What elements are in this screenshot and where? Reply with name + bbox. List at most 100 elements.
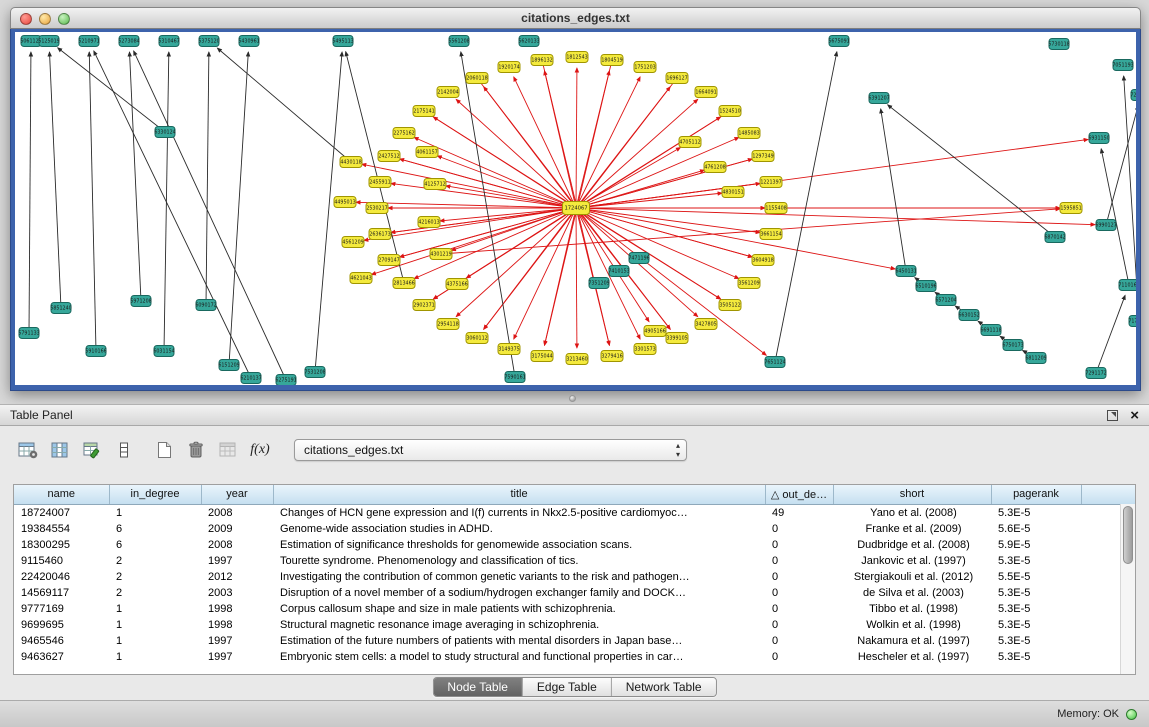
network-node[interactable]: 7351209 — [588, 278, 609, 289]
network-node[interactable]: 3060112 — [466, 333, 488, 344]
network-node[interactable]: 4621043 — [350, 273, 372, 284]
trash-icon[interactable] — [182, 438, 210, 462]
network-node[interactable]: 4830151 — [722, 187, 744, 198]
network-node[interactable]: 5851240 — [50, 303, 71, 314]
network-node[interactable]: 5561208 — [448, 36, 469, 47]
network-node[interactable]: 7471196 — [628, 253, 649, 264]
network-node[interactable]: 6330124 — [154, 127, 175, 138]
import-table-icon[interactable] — [214, 438, 242, 462]
column-header[interactable]: in_degree — [109, 485, 201, 504]
network-node[interactable]: 7651124 — [764, 357, 785, 368]
close-window-icon[interactable] — [20, 13, 32, 25]
network-node[interactable]: 3505122 — [719, 300, 741, 311]
network-node[interactable]: 7291172 — [1085, 368, 1106, 379]
network-node[interactable]: 3604918 — [752, 255, 774, 266]
network-node[interactable]: 5620133 — [518, 36, 539, 47]
network-edge[interactable] — [576, 99, 698, 208]
network-node[interactable]: 4761208 — [704, 162, 726, 173]
network-node[interactable]: 6391207 — [868, 93, 889, 104]
network-node[interactable]: 3301573 — [634, 344, 656, 355]
tab-node-table[interactable]: Node Table — [433, 678, 523, 696]
column-header[interactable]: name — [14, 485, 109, 504]
network-node[interactable]: 2275162 — [393, 128, 415, 139]
network-edge[interactable] — [441, 209, 1060, 254]
table-scrollbar-thumb[interactable] — [1123, 506, 1133, 564]
network-node[interactable]: 6450131 — [895, 266, 916, 277]
network-edge[interactable] — [206, 52, 209, 305]
network-node[interactable]: 6571204 — [935, 295, 956, 306]
network-node[interactable]: 6691118 — [980, 325, 1001, 336]
column-header[interactable]: pagerank — [991, 485, 1081, 504]
network-node[interactable]: 2530217 — [366, 203, 388, 214]
tab-network-table[interactable]: Network Table — [612, 678, 716, 696]
network-edge[interactable] — [1101, 149, 1129, 285]
network-node[interactable]: 1221397 — [760, 177, 782, 188]
table-row[interactable]: 1872400712008Changes of HCN gene express… — [14, 504, 1135, 521]
network-node[interactable]: 5273084 — [118, 36, 139, 47]
network-node[interactable]: 3175044 — [531, 351, 553, 362]
network-node[interactable]: 5375120 — [198, 36, 219, 47]
network-node[interactable]: 4061157 — [416, 147, 438, 158]
network-edge[interactable] — [364, 208, 576, 240]
network-node[interactable]: 7531208 — [304, 367, 325, 378]
network-node[interactable]: 6750173 — [1002, 340, 1023, 351]
table-row[interactable]: 977716911998Corpus callosum shape and si… — [14, 601, 1135, 617]
network-node[interactable]: 6931150 — [1088, 133, 1109, 144]
table-edit-icon[interactable] — [78, 438, 106, 462]
network-node[interactable]: 4301219 — [430, 249, 452, 260]
network-node[interactable]: 1804519 — [601, 55, 623, 66]
network-node[interactable]: 2060118 — [466, 73, 488, 84]
table-scrollbar[interactable] — [1120, 504, 1135, 674]
table-rows-icon[interactable] — [110, 438, 138, 462]
table-row[interactable]: 946362711997Embryonic stem cells: a mode… — [14, 649, 1135, 665]
network-node[interactable]: 4125712 — [424, 179, 446, 190]
network-node[interactable]: 6510196 — [915, 281, 936, 292]
network-node[interactable]: 4561209 — [342, 237, 364, 248]
network-edge[interactable] — [888, 105, 1055, 237]
network-edge[interactable] — [1096, 295, 1125, 373]
network-node[interactable]: 1524510 — [719, 106, 741, 117]
tab-edge-table[interactable]: Edge Table — [523, 678, 612, 696]
network-node[interactable]: 6811209 — [1025, 353, 1046, 364]
network-node[interactable]: 6275191 — [275, 375, 296, 386]
network-node[interactable]: 4905166 — [644, 326, 666, 337]
table-row[interactable]: 1830029562008Estimation of significance … — [14, 537, 1135, 553]
network-node[interactable]: 4430118 — [340, 157, 362, 168]
table-row[interactable]: 946554611997Estimation of the future num… — [14, 633, 1135, 649]
network-node[interactable]: 6990127 — [1095, 220, 1116, 231]
network-node[interactable]: 1751203 — [634, 62, 656, 73]
function-icon[interactable]: f(x) — [246, 438, 274, 462]
network-node[interactable]: 6151209 — [218, 360, 239, 371]
zoom-window-icon[interactable] — [58, 13, 70, 25]
network-edge[interactable] — [576, 208, 1095, 225]
network-edge[interactable] — [315, 52, 342, 372]
table-settings-icon[interactable] — [14, 438, 42, 462]
network-node[interactable]: 5971208 — [130, 296, 151, 307]
network-node[interactable]: 3149375 — [498, 344, 520, 355]
table-row[interactable]: 911546021997Tourette syndrome. Phenomeno… — [14, 553, 1135, 569]
new-document-icon[interactable] — [150, 438, 178, 462]
network-node[interactable]: 2636173 — [369, 229, 391, 240]
network-node[interactable]: 3279416 — [601, 351, 623, 362]
float-panel-icon[interactable] — [1107, 410, 1118, 421]
network-node[interactable]: 7590161 — [504, 372, 525, 383]
network-node[interactable]: 5430961 — [238, 36, 259, 47]
network-edge[interactable] — [229, 52, 248, 365]
network-edge[interactable] — [94, 51, 251, 378]
network-node[interactable]: 3399105 — [666, 333, 688, 344]
network-node[interactable]: 6870142 — [1044, 232, 1065, 243]
network-canvas[interactable]: 1724067115540812213971297349148508315245… — [15, 32, 1136, 385]
network-node[interactable]: 7171205 — [1128, 316, 1136, 327]
network-selector[interactable]: citations_edges.txt ▴ ▾ — [294, 439, 687, 461]
network-edge[interactable] — [362, 164, 576, 208]
network-node[interactable]: 4375166 — [446, 279, 468, 290]
network-node[interactable]: 3213460 — [566, 354, 588, 365]
network-edge[interactable] — [130, 52, 141, 301]
network-node[interactable]: 5730118 — [1048, 39, 1069, 50]
network-node[interactable]: 5910166 — [85, 346, 106, 357]
network-node[interactable]: 6630152 — [958, 310, 979, 321]
network-edge[interactable] — [49, 52, 61, 308]
network-edge[interactable] — [29, 52, 31, 333]
network-node[interactable]: 1724067 — [563, 202, 590, 215]
network-node[interactable]: 2455911 — [369, 177, 391, 188]
